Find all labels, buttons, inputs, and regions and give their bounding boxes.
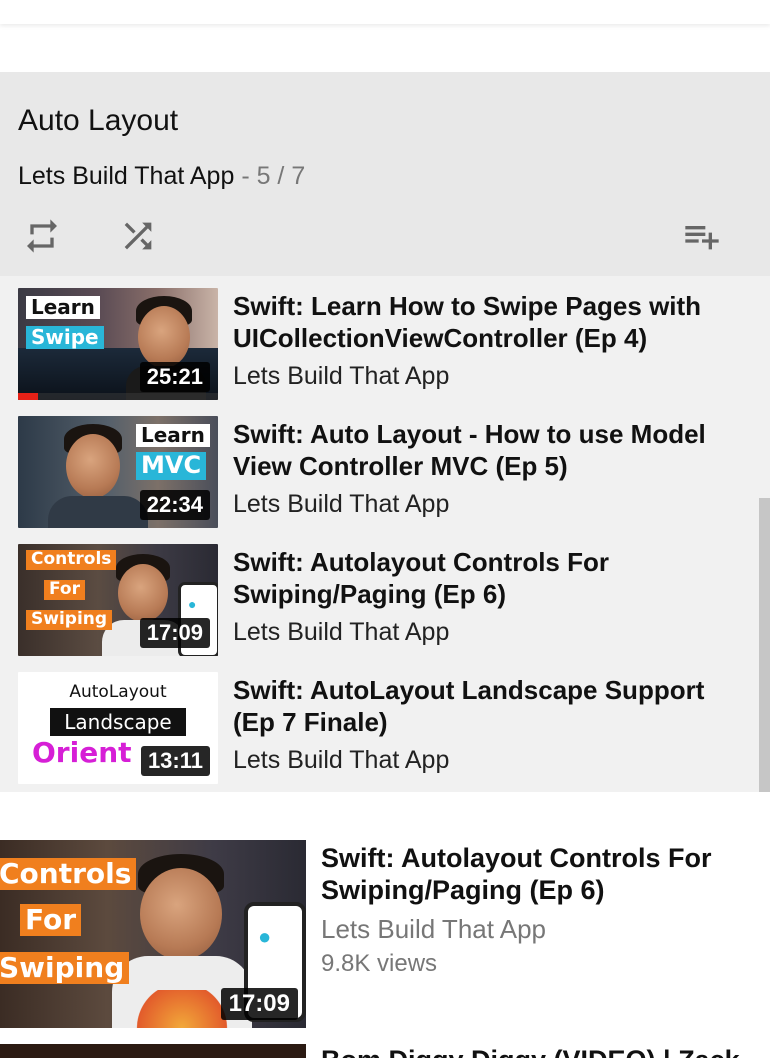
thumb-text: Learn bbox=[26, 296, 100, 319]
watch-progress-bar bbox=[18, 393, 38, 400]
paw-icon: ● bbox=[188, 596, 197, 612]
channel-name[interactable]: Lets Build That App bbox=[233, 746, 449, 775]
loop-button[interactable] bbox=[18, 212, 66, 260]
playlist-item[interactable]: Learn MVC 22:34 Swift: Auto Layout - How… bbox=[0, 404, 756, 528]
video-thumbnail[interactable]: ● Controls For Swiping 17:09 bbox=[18, 544, 218, 656]
video-title[interactable]: Swift: Learn How to Swipe Pages with UIC… bbox=[233, 290, 743, 354]
thumb-text: Orient bbox=[32, 736, 132, 769]
top-bar bbox=[0, 0, 770, 24]
paw-icon: ● bbox=[258, 924, 272, 949]
video-duration: 25:21 bbox=[139, 362, 210, 392]
video-title[interactable]: Swift: Auto Layout - How to use Model Vi… bbox=[233, 418, 743, 482]
view-count: 9.8K views bbox=[321, 950, 438, 977]
thumb-text: Swiping bbox=[26, 609, 113, 630]
shuffle-icon bbox=[124, 222, 152, 250]
playlist-item[interactable]: AutoLayout Landscape Orient 13:11 Swift:… bbox=[0, 660, 756, 784]
thumb-text: Swiping bbox=[0, 951, 130, 985]
playlist-add-icon bbox=[685, 226, 719, 250]
playlist-item[interactable]: ● Controls For Swiping 17:09 Swift: Auto… bbox=[0, 532, 756, 656]
channel-name[interactable]: Lets Build That App bbox=[233, 362, 449, 391]
thumb-text: For bbox=[20, 903, 82, 937]
playlist-item[interactable]: Learn Swipe 25:21 Swift: Learn How to Sw… bbox=[0, 276, 756, 400]
channel-name[interactable]: Lets Build That App bbox=[233, 618, 449, 647]
thumb-text: Landscape bbox=[50, 708, 186, 736]
thumb-text: For bbox=[44, 579, 85, 600]
video-title[interactable]: Bom Diggy Diggy (VIDEO) | Zack bbox=[321, 1044, 740, 1058]
thumb-text: Controls bbox=[0, 857, 137, 891]
video-duration: 22:34 bbox=[139, 490, 210, 520]
thumb-text: AutoLayout bbox=[69, 682, 167, 702]
video-thumbnail[interactable]: AutoLayout Landscape Orient 13:11 bbox=[18, 672, 218, 784]
save-playlist-button[interactable] bbox=[678, 212, 726, 260]
video-title[interactable]: Swift: Autolayout Controls For Swiping/P… bbox=[233, 546, 743, 610]
recommended-video[interactable]: Bom Diggy Diggy (VIDEO) | Zack bbox=[0, 1044, 770, 1058]
video-duration: 13:11 bbox=[140, 746, 210, 776]
playlist-title[interactable]: Auto Layout bbox=[18, 104, 178, 138]
playlist-scrollbar-thumb[interactable] bbox=[759, 498, 770, 792]
video-title[interactable]: Swift: AutoLayout Landscape Support (Ep … bbox=[233, 674, 743, 738]
video-duration: 17:09 bbox=[220, 988, 298, 1020]
thumb-text: Learn bbox=[136, 424, 210, 447]
channel-name[interactable]: Lets Build That App bbox=[233, 490, 449, 519]
loop-icon bbox=[27, 219, 57, 253]
playlist-position: - 5 / 7 bbox=[241, 162, 306, 190]
video-thumbnail[interactable]: ● Controls For Swiping 17:09 bbox=[0, 840, 306, 1028]
video-thumbnail[interactable]: Learn Swipe 25:21 bbox=[18, 288, 218, 400]
watch-progress-track bbox=[18, 393, 218, 400]
thumb-text: Controls bbox=[26, 549, 117, 570]
video-duration: 17:09 bbox=[139, 618, 210, 648]
video-thumbnail[interactable] bbox=[0, 1044, 306, 1058]
playlist-channel[interactable]: Lets Build That App bbox=[18, 162, 234, 190]
recommended-video[interactable]: ● Controls For Swiping 17:09 Swift: Auto… bbox=[0, 840, 770, 1028]
shuffle-button[interactable] bbox=[114, 212, 162, 260]
playlist-subtitle: Lets Build That App - 5 / 7 bbox=[18, 162, 305, 191]
video-thumbnail[interactable]: Learn MVC 22:34 bbox=[18, 416, 218, 528]
thumb-text: Swipe bbox=[26, 326, 104, 349]
thumb-text: MVC bbox=[136, 451, 207, 480]
channel-name[interactable]: Lets Build That App bbox=[321, 914, 546, 945]
video-title[interactable]: Swift: Autolayout Controls For Swiping/P… bbox=[321, 842, 761, 906]
